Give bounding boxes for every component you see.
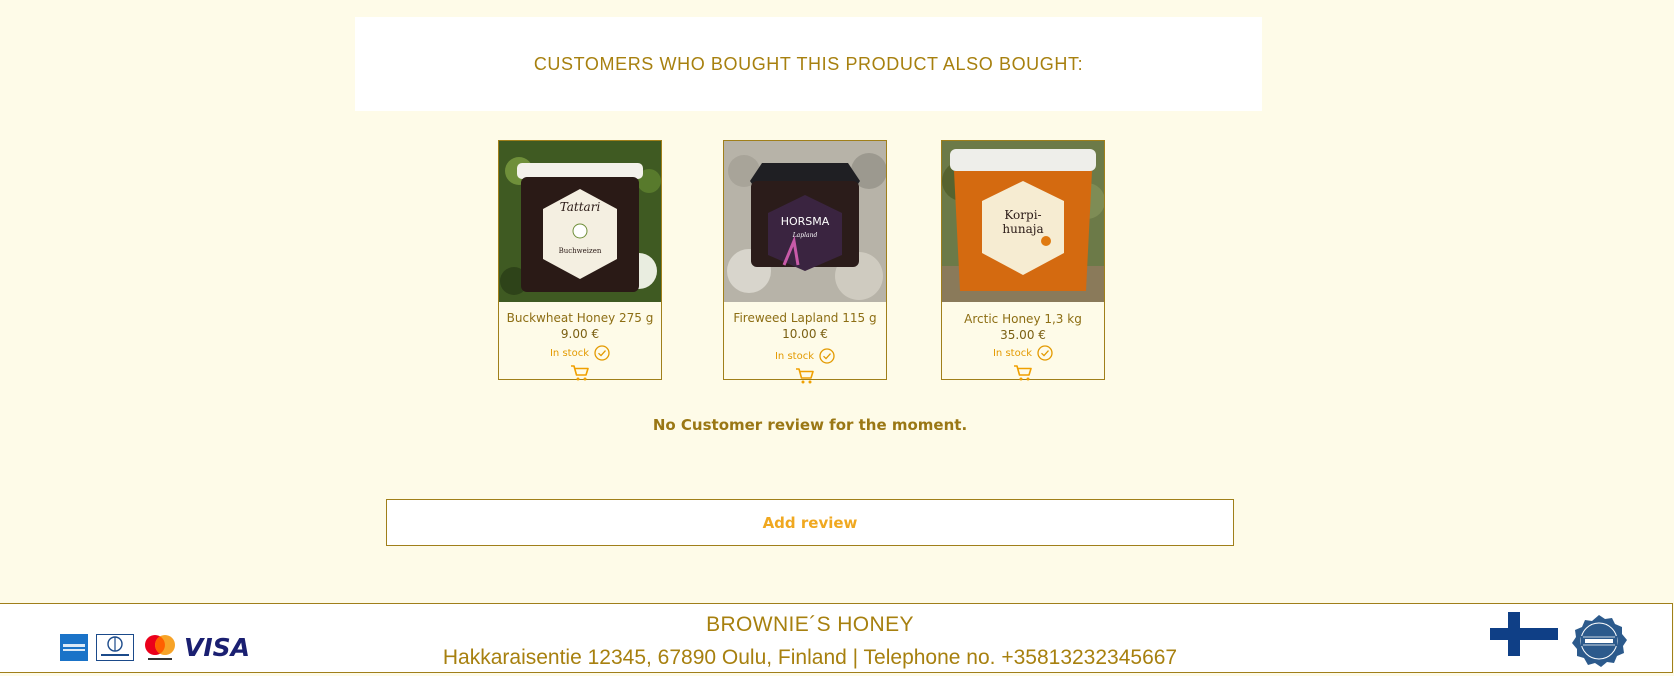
stock-status: In stock <box>724 346 886 366</box>
product-card[interactable]: Korpi- hunaja Arctic Honey 1,3 kg 35.00 … <box>941 140 1105 382</box>
add-to-cart-icon[interactable] <box>570 364 590 382</box>
made-in-finland-badge <box>1572 615 1627 667</box>
product-card[interactable]: Tattari Buchweizen Buckwheat Honey 275 g… <box>498 140 662 382</box>
product-image-arctic[interactable]: Korpi- hunaja <box>942 141 1104 302</box>
product-name[interactable]: Buckwheat Honey 275 g <box>499 310 661 326</box>
product-card[interactable]: HORSMA Lapland Fireweed Lapland 115 g 10… <box>723 140 887 384</box>
product-image-buckwheat[interactable]: Tattari Buchweizen <box>499 141 661 302</box>
svg-text:Tattari: Tattari <box>560 200 601 214</box>
stock-label: In stock <box>992 347 1032 359</box>
stock-status: In stock <box>942 343 1104 363</box>
check-circle-icon <box>1037 345 1053 361</box>
svg-text:Korpi-: Korpi- <box>1004 208 1041 222</box>
check-circle-icon <box>594 345 610 361</box>
svg-text:Buchweizen: Buchweizen <box>559 247 602 255</box>
add-to-cart-icon[interactable] <box>795 367 815 385</box>
add-review-button[interactable]: Add review <box>386 499 1234 546</box>
finland-flag-icon <box>1490 612 1558 656</box>
product-price: 9.00 € <box>560 327 600 341</box>
product-price: 35.00 € <box>1000 328 1046 342</box>
stock-label: In stock <box>549 347 589 359</box>
product-name[interactable]: Arctic Honey 1,3 kg <box>942 311 1104 327</box>
brand-name: BROWNIE´S HONEY <box>706 613 914 636</box>
product-name[interactable]: Fireweed Lapland 115 g <box>724 310 886 326</box>
check-circle-icon <box>819 348 835 364</box>
company-address: Hakkaraisentie 12345, 67890 Oulu, Finlan… <box>442 646 1178 669</box>
also-bought-title: CUSTOMERS WHO BOUGHT THIS PRODUCT ALSO B… <box>533 53 1084 74</box>
product-price: 10.00 € <box>782 327 828 341</box>
footer: VISA BROWNIE´S HONEY Hakkaraisentie 1234… <box>0 603 1673 673</box>
no-review-text: No Customer review for the moment. <box>652 416 968 434</box>
stock-label: In stock <box>774 350 814 362</box>
svg-text:hunaja: hunaja <box>1002 222 1043 236</box>
also-bought-header: CUSTOMERS WHO BOUGHT THIS PRODUCT ALSO B… <box>355 17 1262 111</box>
stock-status: In stock <box>499 343 661 363</box>
product-image-fireweed[interactable]: HORSMA Lapland <box>724 141 886 302</box>
add-to-cart-icon[interactable] <box>1013 364 1033 382</box>
svg-text:HORSMA: HORSMA <box>781 215 830 228</box>
svg-text:Lapland: Lapland <box>792 232 818 239</box>
